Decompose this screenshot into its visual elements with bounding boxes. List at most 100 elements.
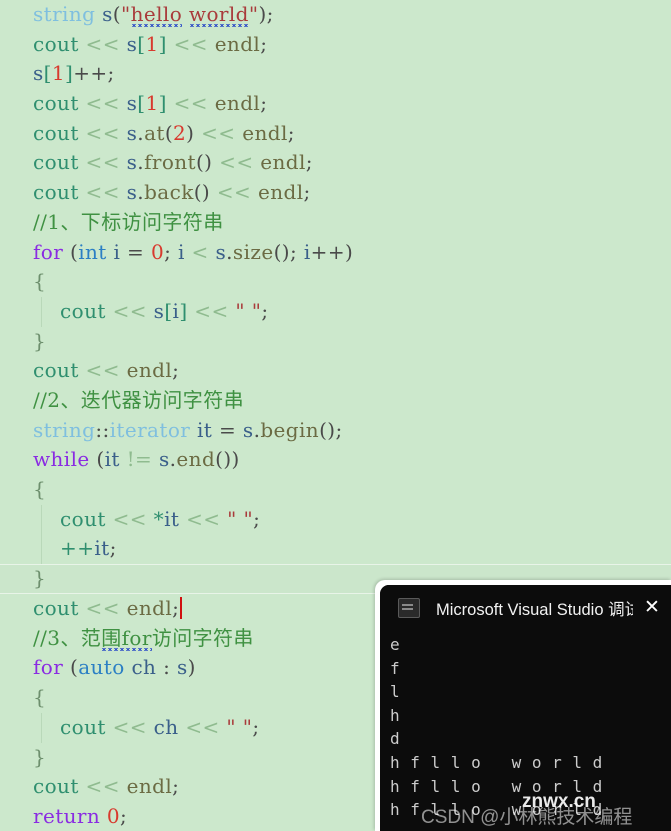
code-line[interactable]: cout << s[1] << endl;: [0, 89, 671, 119]
code-line[interactable]: ++it;: [0, 534, 671, 564]
console-output-line: h f l l o w o r l d: [390, 776, 603, 796]
code-token: }: [33, 328, 47, 353]
code-token: <<: [85, 31, 120, 56]
code-token: for: [33, 239, 64, 264]
code-token: ;: [172, 596, 180, 621]
code-token: //2、迭代器访问字符串: [33, 387, 245, 412]
code-token: auto: [78, 655, 125, 680]
code-token: <: [191, 239, 209, 264]
code-token: ;: [164, 239, 178, 264]
console-output-line: h f l l o w o r l d: [390, 752, 603, 772]
code-token: ): [258, 2, 267, 26]
code-line[interactable]: cout << s.at(2) << endl;: [0, 119, 671, 149]
code-token: it: [94, 536, 110, 561]
code-token: <<: [185, 714, 220, 739]
code-token: s: [215, 239, 227, 264]
code-token: [: [137, 91, 146, 116]
code-token: ]: [65, 61, 74, 86]
code-token: (): [273, 239, 290, 264]
close-icon[interactable]: ✕: [633, 585, 671, 631]
console-output-line: h f l l o w o r l d: [390, 800, 603, 820]
code-token: back: [144, 180, 194, 205]
code-token: s: [158, 447, 170, 472]
code-token: (: [164, 120, 174, 145]
code-token: end: [176, 447, 216, 472]
code-line[interactable]: cout << s.back() << endl;: [0, 178, 671, 208]
code-token: <<: [85, 150, 120, 175]
code-token: for: [33, 655, 64, 680]
code-token: ++: [60, 536, 95, 561]
code-token: <<: [173, 31, 208, 56]
code-token: int: [78, 239, 107, 264]
code-line[interactable]: {: [0, 267, 671, 297]
code-token: ": [120, 2, 131, 26]
code-line[interactable]: for (int i = 0; i < s.size(); i++): [0, 238, 671, 268]
code-token: <<: [112, 506, 147, 531]
code-token: <<: [173, 91, 208, 116]
code-line[interactable]: string::iterator it = s.begin();: [0, 416, 671, 446]
code-token: ]: [158, 31, 167, 56]
code-token: s: [176, 655, 188, 680]
code-line[interactable]: cout << s.front() << endl;: [0, 148, 671, 178]
code-token: string: [33, 417, 96, 442]
code-token: }: [33, 744, 47, 769]
code-token: it: [164, 506, 180, 531]
code-token: ch: [153, 714, 179, 739]
console-window[interactable]: Microsoft Visual Studio 调试控 ✕ eflhd h f l…: [375, 580, 671, 831]
code-token: endl: [126, 358, 173, 383]
code-token: i: [303, 239, 311, 264]
code-token: 2: [173, 120, 187, 145]
code-token: ": [248, 2, 259, 26]
code-token: s: [126, 120, 138, 145]
code-token: cout: [33, 31, 79, 56]
code-token: ;: [261, 298, 269, 323]
console-output-line: e: [390, 635, 401, 654]
code-line[interactable]: }: [0, 327, 671, 357]
code-token: endl: [257, 180, 304, 205]
code-token: cout: [33, 91, 79, 116]
code-line[interactable]: while (it != s.end()): [0, 445, 671, 475]
code-token: endl: [260, 150, 306, 175]
code-token: ;: [109, 536, 117, 561]
code-token: ;: [303, 180, 311, 205]
code-line[interactable]: cout << endl;: [0, 356, 671, 386]
code-line[interactable]: string s("hello world");: [0, 0, 671, 30]
console-output: eflhd h f l l o w o r l d h f l l o w o r …: [380, 631, 671, 822]
code-token: s: [126, 150, 138, 175]
code-token: ]: [179, 298, 188, 323]
code-line[interactable]: //2、迭代器访问字符串: [0, 386, 671, 416]
code-line[interactable]: s[1]++;: [0, 59, 671, 89]
code-token: at: [144, 120, 165, 145]
code-line[interactable]: cout << *it << " ";: [0, 504, 671, 535]
code-line[interactable]: //1、下标访问字符串: [0, 208, 671, 238]
code-token: ;: [260, 31, 268, 56]
code-line[interactable]: cout << s[1] << endl;: [0, 30, 671, 60]
console-window-inner: Microsoft Visual Studio 调试控 ✕ eflhd h f l…: [380, 585, 671, 831]
console-titlebar[interactable]: Microsoft Visual Studio 调试控 ✕: [380, 585, 671, 631]
code-token: *: [153, 506, 165, 531]
code-line[interactable]: cout << s[i] << " ";: [0, 296, 671, 327]
code-token-squiggly: hello: [130, 2, 183, 29]
code-token: ;: [335, 417, 343, 442]
code-token: s: [126, 91, 138, 116]
code-token: [: [164, 298, 173, 323]
code-line[interactable]: {: [0, 475, 671, 505]
